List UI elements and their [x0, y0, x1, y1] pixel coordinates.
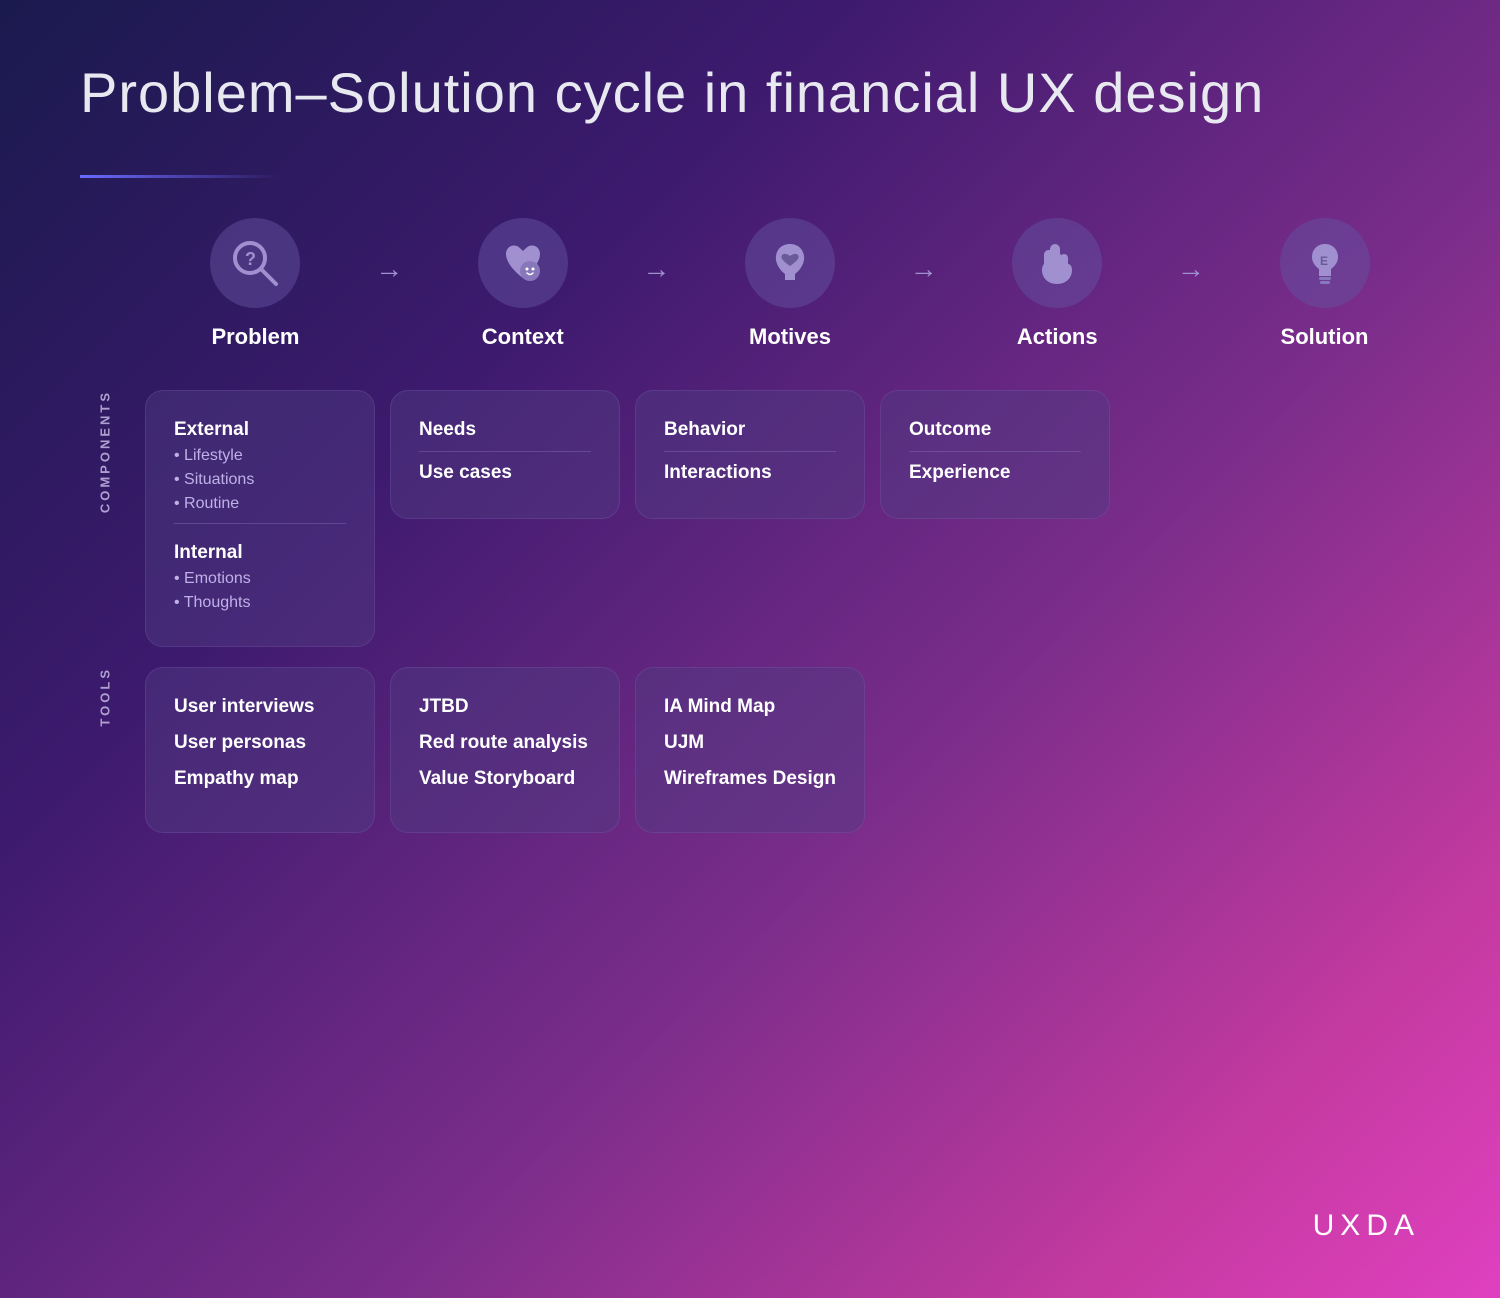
actions-tool-1: IA Mind Map — [664, 696, 836, 718]
svg-text:E: E — [1320, 254, 1328, 268]
motives-svg — [763, 236, 817, 290]
flow-label-solution: Solution — [1281, 324, 1369, 350]
actions-components-card: Behavior Interactions — [635, 390, 865, 519]
outcome-title: Outcome — [909, 419, 1081, 441]
flow-item-problem: ? Problem — [160, 218, 351, 350]
context-tool-3: Empathy map — [174, 768, 346, 790]
actions-divider — [664, 451, 836, 452]
problem-svg: ? — [228, 236, 282, 290]
solution-svg: E — [1298, 236, 1352, 290]
flow-item-context: Context — [427, 218, 618, 350]
context-tools-card: User interviews User personas Empathy ma… — [145, 667, 375, 833]
actions-tool-3: Wireframes Design — [664, 768, 836, 790]
flow-item-motives: Motives — [695, 218, 886, 350]
problem-icon: ? — [210, 218, 300, 308]
flow-item-solution: E Solution — [1229, 218, 1420, 350]
context-components-card: External • Lifestyle • Situations • Rout… — [145, 390, 375, 647]
actions-tool-2: UJM — [664, 732, 836, 754]
flow-label-context: Context — [482, 324, 564, 350]
internal-section: Internal • Emotions • Thoughts — [174, 542, 346, 612]
title-underline — [80, 175, 280, 178]
arrow-3: → — [885, 253, 961, 285]
page-container: Problem–Solution cycle in financial UX d… — [0, 0, 1500, 1298]
solution-divider — [909, 451, 1081, 452]
actions-icon — [1012, 218, 1102, 308]
external-item-2: • Situations — [174, 471, 346, 489]
motives-tools-card: JTBD Red route analysis Value Storyboard — [390, 667, 620, 833]
svg-text:?: ? — [245, 249, 256, 269]
experience-title: Experience — [909, 462, 1081, 484]
solution-icon: E — [1280, 218, 1370, 308]
uxda-logo: UXDA — [1313, 1209, 1420, 1243]
flow-item-actions: Actions — [962, 218, 1153, 350]
arrow-4: → — [1153, 253, 1229, 285]
flow-label-problem: Problem — [211, 324, 299, 350]
motives-tool-1: JTBD — [419, 696, 591, 718]
motives-divider — [419, 451, 591, 452]
motives-icon — [745, 218, 835, 308]
solution-components-card: Outcome Experience — [880, 390, 1110, 519]
internal-title: Internal — [174, 542, 346, 564]
context-divider — [174, 523, 346, 524]
components-row-label: COMPONENTS — [80, 390, 130, 513]
external-item-3: • Routine — [174, 495, 346, 513]
top-flow: ? Problem → Context → — [80, 218, 1420, 350]
arrow-2: → — [618, 253, 694, 285]
actions-tools-card: IA Mind Map UJM Wireframes Design — [635, 667, 865, 833]
tools-row-label: TOOLS — [80, 667, 130, 727]
external-title: External — [174, 419, 346, 441]
main-grid: COMPONENTS TOOLS External • Lifestyle • … — [80, 390, 1420, 833]
flow-label-motives: Motives — [749, 324, 831, 350]
internal-item-1: • Emotions — [174, 570, 346, 588]
motives-tool-3: Value Storyboard — [419, 768, 591, 790]
motives-components-card: Needs Use cases — [390, 390, 620, 519]
interactions-title: Interactions — [664, 462, 836, 484]
flow-label-actions: Actions — [1017, 324, 1098, 350]
context-tool-2: User personas — [174, 732, 346, 754]
needs-title: Needs — [419, 419, 591, 441]
context-icon — [478, 218, 568, 308]
arrow-1: → — [351, 253, 427, 285]
context-svg — [496, 236, 550, 290]
internal-item-2: • Thoughts — [174, 594, 346, 612]
behavior-title: Behavior — [664, 419, 836, 441]
external-item-1: • Lifestyle — [174, 447, 346, 465]
actions-svg — [1030, 236, 1084, 290]
motives-tool-2: Red route analysis — [419, 732, 591, 754]
page-title: Problem–Solution cycle in financial UX d… — [80, 60, 1420, 125]
use-cases-title: Use cases — [419, 462, 591, 484]
context-tool-1: User interviews — [174, 696, 346, 718]
